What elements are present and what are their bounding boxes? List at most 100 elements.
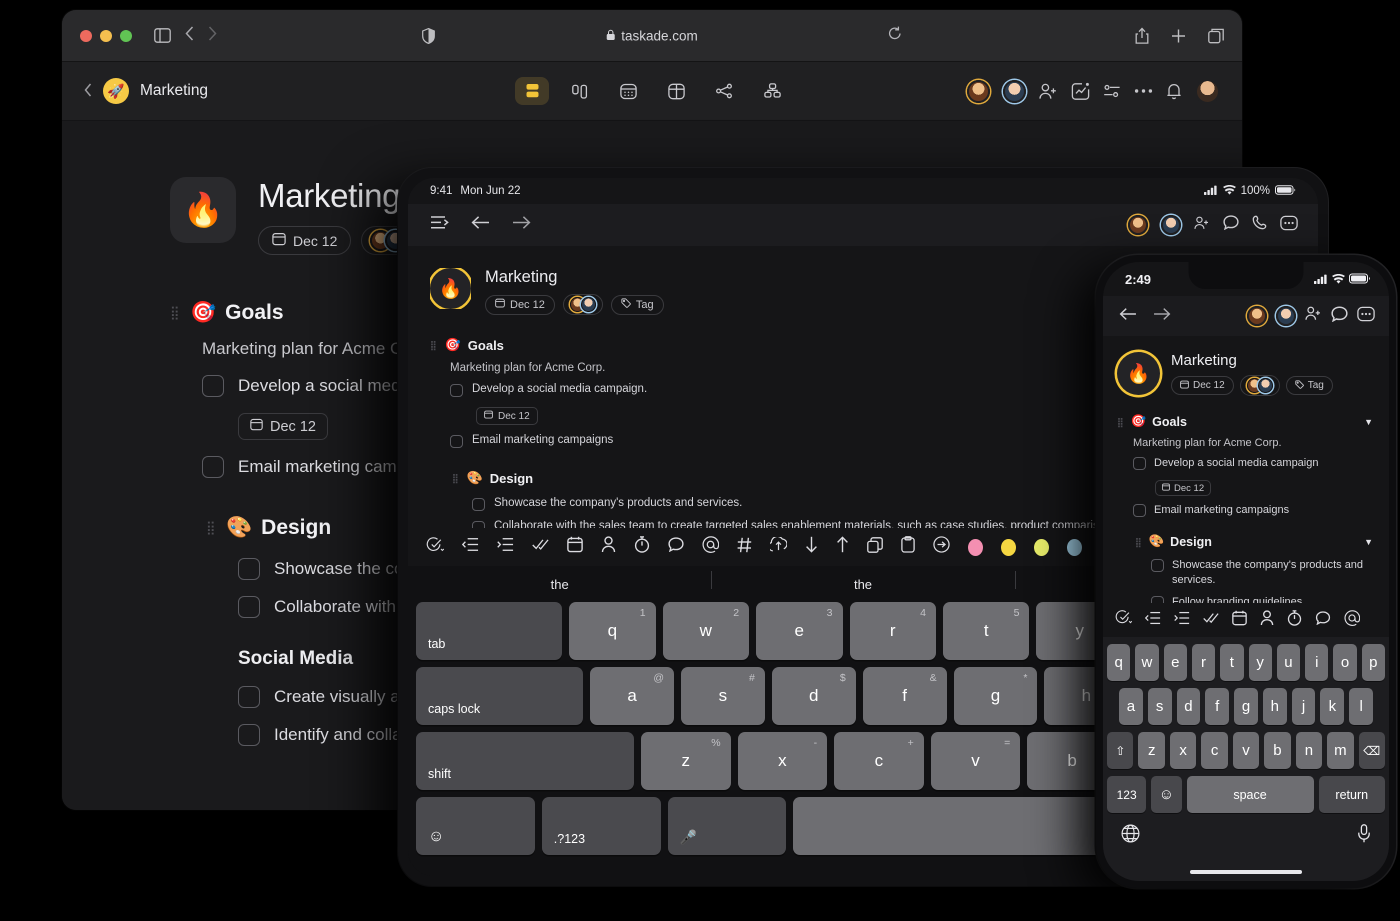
paste-icon[interactable]: [901, 536, 915, 558]
privacy-shield-icon[interactable]: [422, 27, 435, 44]
key-space[interactable]: space: [1186, 776, 1314, 813]
timer-icon[interactable]: [1287, 609, 1302, 631]
key-numbers[interactable]: .?123: [541, 797, 661, 855]
task-checkbox[interactable]: [1133, 504, 1146, 518]
share-icon[interactable]: [1135, 27, 1149, 44]
key-i[interactable]: i: [1305, 644, 1329, 681]
section-header-design[interactable]: ⣿ 🎨 Design ▼: [1135, 534, 1375, 549]
avatar[interactable]: [1247, 306, 1267, 326]
key-caps-lock[interactable]: caps lock: [416, 667, 584, 725]
key-shift[interactable]: ⇧: [1107, 732, 1134, 769]
task-checkbox[interactable]: [238, 596, 260, 618]
color-swatch-blue[interactable]: [1067, 538, 1082, 556]
tablet-nav-actions[interactable]: [1128, 215, 1298, 236]
task-date-badge[interactable]: Dec 12: [1155, 480, 1212, 497]
key-b[interactable]: b: [1264, 732, 1291, 769]
arrow-left-icon[interactable]: [471, 215, 490, 235]
key-d[interactable]: d: [1176, 688, 1201, 725]
checklist-icon[interactable]: [1115, 609, 1133, 631]
bell-icon[interactable]: [1166, 82, 1182, 100]
board-view-button[interactable]: [563, 77, 597, 105]
globe-icon[interactable]: [1121, 824, 1140, 848]
key-q[interactable]: 1q: [569, 602, 656, 660]
task-checkbox[interactable]: [472, 498, 485, 511]
chevron-down-icon[interactable]: ▼: [1364, 417, 1373, 427]
phone-keyboard[interactable]: q w e r t y u i o p a s d f g h j k l ⇧ …: [1103, 637, 1389, 881]
key-emoji[interactable]: ☺: [1151, 776, 1182, 813]
comment-icon[interactable]: [1315, 610, 1331, 630]
date-pill[interactable]: Dec 12: [1171, 376, 1234, 395]
drag-handle-icon[interactable]: ⣿: [170, 306, 180, 319]
key-o[interactable]: o: [1333, 644, 1357, 681]
key-s[interactable]: # s: [681, 667, 765, 725]
drag-handle-icon[interactable]: ⣿: [1135, 537, 1143, 546]
key-f[interactable]: f: [1205, 688, 1230, 725]
tabs-overview-icon[interactable]: [1208, 28, 1224, 43]
forward-icon[interactable]: [208, 25, 217, 46]
task-checkbox[interactable]: [450, 384, 463, 397]
browser-right-actions[interactable]: [1135, 27, 1224, 44]
task-checkbox[interactable]: [202, 456, 224, 478]
prediction-2[interactable]: the: [711, 570, 1014, 592]
key-j[interactable]: j: [1291, 688, 1316, 725]
calendar-icon[interactable]: [567, 536, 583, 558]
key-w[interactable]: 2w: [662, 602, 750, 660]
key-z[interactable]: z: [1138, 732, 1165, 769]
task-checkbox[interactable]: [1151, 559, 1164, 573]
key-e[interactable]: 3e: [756, 602, 843, 660]
microphone-icon[interactable]: [1357, 824, 1371, 848]
key-v[interactable]: = v: [930, 732, 1021, 790]
avatar[interactable]: [1276, 306, 1296, 326]
key-emoji[interactable]: ☺: [416, 797, 535, 855]
key-x[interactable]: x: [1169, 732, 1197, 769]
key-k[interactable]: k: [1320, 688, 1345, 725]
user-avatar[interactable]: [1195, 78, 1220, 104]
task-item[interactable]: Showcase the company's products and serv…: [1151, 558, 1375, 588]
checklist-icon[interactable]: [426, 536, 445, 559]
drag-handle-icon[interactable]: ⣿: [452, 474, 460, 483]
more-horizontal-icon[interactable]: [1134, 88, 1153, 94]
section-header-goals[interactable]: ⣿ 🎯 Goals ▼: [1117, 414, 1375, 429]
add-person-icon[interactable]: [1305, 306, 1322, 326]
key-d[interactable]: $ d: [771, 667, 856, 725]
mindmap-view-button[interactable]: [707, 77, 741, 105]
indent-icon[interactable]: [497, 537, 514, 557]
key-v[interactable]: v: [1232, 732, 1260, 769]
outdent-icon[interactable]: [1144, 611, 1161, 630]
task-checkbox[interactable]: [450, 435, 463, 448]
key-c[interactable]: c: [1201, 732, 1228, 769]
document-emoji[interactable]: 🔥: [430, 268, 471, 309]
key-a[interactable]: a: [1118, 688, 1143, 725]
task-item[interactable]: Develop a social media campaign: [1133, 456, 1375, 471]
collaborators-pill[interactable]: [562, 294, 603, 315]
key-h[interactable]: h: [1262, 688, 1287, 725]
copy-icon[interactable]: [867, 536, 883, 558]
key-g[interactable]: * g: [953, 667, 1038, 725]
drag-handle-icon[interactable]: ⣿: [206, 521, 216, 534]
outdent-icon[interactable]: [461, 537, 479, 557]
mention-icon[interactable]: [702, 536, 720, 558]
task-checkbox[interactable]: [1133, 457, 1146, 470]
key-tab[interactable]: tab: [416, 602, 563, 660]
browser-navigation[interactable]: [185, 25, 217, 46]
key-q[interactable]: q: [1107, 644, 1131, 681]
chevron-down-icon[interactable]: ▼: [1364, 537, 1373, 547]
key-x[interactable]: -x: [737, 732, 828, 790]
hashtag-icon[interactable]: [737, 537, 752, 558]
comment-icon[interactable]: [668, 537, 684, 557]
avatar[interactable]: [1003, 79, 1026, 103]
key-u[interactable]: u: [1276, 644, 1301, 681]
task-date-badge[interactable]: Dec 12: [238, 413, 328, 440]
prediction-1[interactable]: the: [408, 577, 711, 592]
app-toolbar-actions[interactable]: [967, 78, 1220, 104]
window-controls[interactable]: [80, 29, 132, 42]
key-t[interactable]: t: [1220, 644, 1244, 681]
key-s[interactable]: s: [1147, 688, 1172, 725]
activity-chart-icon[interactable]: [1071, 82, 1090, 101]
key-r[interactable]: 4r: [849, 602, 936, 660]
drag-handle-icon[interactable]: ⣿: [430, 341, 438, 350]
key-delete[interactable]: ⌫: [1358, 732, 1385, 769]
arrow-down-icon[interactable]: [805, 536, 818, 558]
color-swatch-lime[interactable]: [1034, 538, 1049, 556]
key-y[interactable]: y: [1248, 644, 1272, 681]
